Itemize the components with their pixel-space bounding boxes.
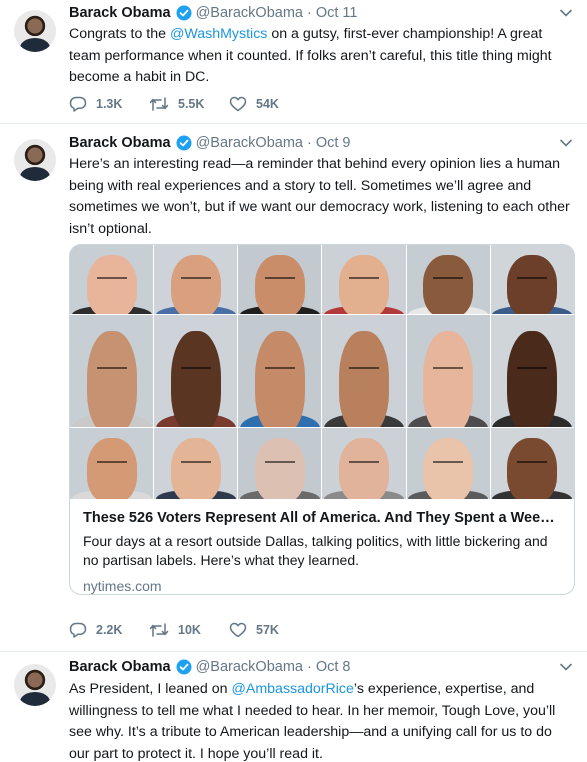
avatar[interactable]: [14, 139, 56, 181]
verified-badge-icon: [176, 5, 192, 21]
avatar[interactable]: [14, 664, 56, 706]
tweet-header: Barack Obama @BarackObama · Oct 8: [69, 657, 350, 677]
mention-link[interactable]: @AmbassadorRice: [231, 681, 353, 697]
portrait-photo: [490, 428, 574, 499]
portrait-photo: [490, 245, 574, 314]
separator-dot: ·: [306, 5, 312, 21]
tweet-actions: 1.3K 5.5K 54K: [69, 96, 309, 112]
author-handle[interactable]: @BarackObama: [196, 5, 303, 21]
like-button[interactable]: 54K: [229, 96, 309, 112]
heart-icon: [229, 96, 247, 112]
reply-count: 2.2K: [96, 623, 123, 637]
portrait-photo: [406, 428, 490, 499]
separator-dot: ·: [306, 135, 312, 151]
portrait-photo: [238, 245, 322, 314]
tweet-date[interactable]: Oct 11: [316, 5, 358, 21]
like-count: 57K: [256, 623, 279, 637]
verified-badge-icon: [176, 135, 192, 151]
tweet-date[interactable]: Oct 8: [316, 659, 351, 675]
mention-link[interactable]: @WashMystics: [170, 26, 267, 42]
tweet[interactable]: Barack Obama @BarackObama · Oct 9 Here’s…: [0, 124, 587, 652]
author-name[interactable]: Barack Obama: [69, 5, 171, 21]
portrait-photo: [406, 315, 490, 427]
verified-badge-icon: [176, 659, 192, 675]
separator-dot: ·: [306, 659, 312, 675]
tweet-text: As President, I leaned on @AmbassadorRic…: [69, 681, 556, 762]
chevron-down-icon[interactable]: [559, 6, 573, 20]
retweet-button[interactable]: 5.5K: [149, 96, 229, 112]
reply-button[interactable]: 1.3K: [69, 96, 149, 112]
reply-button[interactable]: 2.2K: [69, 622, 149, 638]
tweet-header: Barack Obama @BarackObama · Oct 11: [69, 3, 357, 23]
portrait-photo: [322, 315, 406, 427]
portrait-photo: [70, 315, 154, 427]
author-name[interactable]: Barack Obama: [69, 135, 171, 151]
tweet[interactable]: Barack Obama @BarackObama · Oct 11 Congr…: [0, 0, 587, 124]
chevron-down-icon[interactable]: [559, 660, 573, 674]
portrait-photo: [70, 428, 154, 499]
portrait-photo: [238, 428, 322, 499]
like-count: 54K: [256, 97, 279, 111]
portrait-photo: [322, 245, 406, 314]
retweet-icon: [149, 97, 169, 111]
portrait-photo: [406, 245, 490, 314]
link-card[interactable]: These 526 Voters Represent All of Americ…: [69, 244, 575, 595]
retweet-count: 5.5K: [178, 97, 205, 111]
like-button[interactable]: 57K: [229, 622, 309, 638]
timeline: Barack Obama @BarackObama · Oct 11 Congr…: [0, 0, 587, 762]
tweet-text: Here’s an interesting read—a reminder th…: [69, 156, 570, 237]
author-handle[interactable]: @BarackObama: [196, 659, 303, 675]
portrait-photo: [238, 315, 322, 427]
reply-count: 1.3K: [96, 97, 123, 111]
card-domain: nytimes.com: [83, 578, 162, 594]
portrait-photo: [322, 428, 406, 499]
portrait-photo: [154, 245, 238, 314]
retweet-button[interactable]: 10K: [149, 622, 229, 638]
tweet-header: Barack Obama @BarackObama · Oct 9: [69, 133, 350, 153]
tweet[interactable]: Barack Obama @BarackObama · Oct 8 As Pre…: [0, 652, 587, 762]
avatar[interactable]: [14, 10, 56, 52]
card-description: Four days at a resort outside Dallas, ta…: [83, 533, 548, 568]
author-name[interactable]: Barack Obama: [69, 659, 171, 675]
card-image: [70, 245, 574, 499]
portrait-photo: [154, 428, 238, 499]
portrait-photo: [490, 315, 574, 427]
reply-icon: [69, 96, 87, 112]
retweet-icon: [149, 623, 169, 637]
card-text: These 526 Voters Represent All of Americ…: [70, 497, 574, 594]
portrait-photo: [70, 245, 154, 314]
retweet-count: 10K: [178, 623, 201, 637]
portrait-photo: [154, 315, 238, 427]
card-title: These 526 Voters Represent All of Americ…: [83, 510, 561, 526]
tweet-actions: 2.2K 10K 57K: [69, 622, 309, 638]
reply-icon: [69, 622, 87, 638]
heart-icon: [229, 622, 247, 638]
chevron-down-icon[interactable]: [559, 136, 573, 150]
tweet-text: Congrats to the @WashMystics on a gutsy,…: [69, 26, 552, 85]
tweet-date[interactable]: Oct 9: [316, 135, 351, 151]
author-handle[interactable]: @BarackObama: [196, 135, 303, 151]
